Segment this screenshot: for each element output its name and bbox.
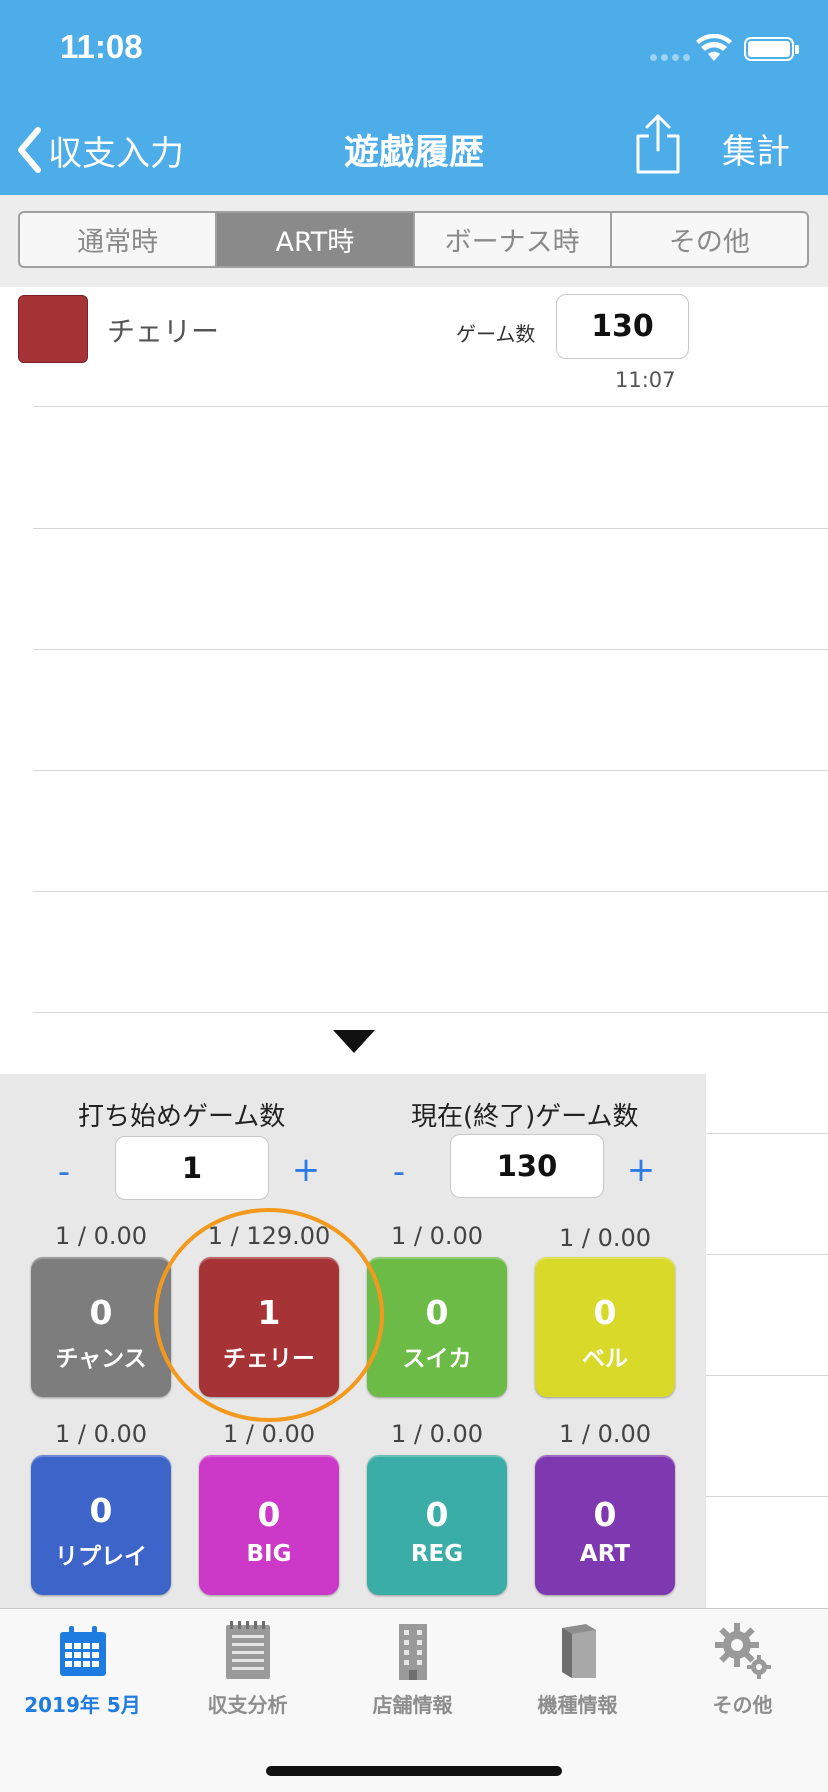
counter-button-reg[interactable]: 0 REG xyxy=(367,1455,507,1595)
tab-label: 2019年 5月 xyxy=(24,1693,141,1717)
counter-ratio-replay: 1 / 0.00 xyxy=(54,1420,148,1448)
wifi-icon xyxy=(696,34,732,61)
counter-label: リプレイ xyxy=(55,1544,147,1571)
segmented-control: 通常時 ART時 ボーナス時 その他 xyxy=(18,211,809,268)
tab-label: 機種情報 xyxy=(537,1693,618,1717)
tab-store[interactable]: 店舗情報 xyxy=(330,1609,495,1719)
navigation-bar: 11:08 収支入力 遊戯履歴 集計 xyxy=(0,0,828,195)
segment-bonus[interactable]: ボーナス時 xyxy=(415,213,612,266)
history-row-time: 11:07 xyxy=(615,368,676,392)
counter-count: 0 xyxy=(89,1292,113,1332)
tab-label: その他 xyxy=(712,1693,773,1717)
counter-panel: 打ち始めゲーム数 現在(終了)ゲーム数 - 1 + - 130 + 1 / 0.… xyxy=(0,1074,706,1608)
list-separator xyxy=(33,891,828,892)
tab-analysis[interactable]: 収支分析 xyxy=(165,1609,330,1719)
segment-art[interactable]: ART時 xyxy=(217,213,415,266)
notepad-icon xyxy=(225,1621,270,1679)
counter-label: BIG xyxy=(246,1541,292,1568)
page-title: 遊戯履歴 xyxy=(343,133,484,173)
counter-ratio-reg: 1 / 0.00 xyxy=(390,1420,484,1448)
collapse-panel-icon[interactable] xyxy=(333,1030,375,1053)
counter-button-bell[interactable]: 0 ベル xyxy=(535,1257,675,1397)
start-game-field[interactable]: 1 xyxy=(115,1136,269,1200)
tab-label: 収支分析 xyxy=(207,1693,288,1717)
counter-ratio-big: 1 / 0.00 xyxy=(222,1420,316,1448)
counter-ratio-bell: 1 / 0.00 xyxy=(558,1224,652,1252)
counter-count: 0 xyxy=(425,1292,449,1332)
counter-count: 0 xyxy=(593,1292,617,1332)
counter-button-big[interactable]: 0 BIG xyxy=(199,1455,339,1595)
share-icon[interactable] xyxy=(634,112,682,176)
counter-count: 0 xyxy=(425,1494,449,1534)
counter-label: チェリー xyxy=(223,1346,315,1373)
counter-count: 1 xyxy=(257,1292,281,1332)
list-separator xyxy=(33,1012,828,1013)
counter-label: スイカ xyxy=(402,1346,472,1373)
book-icon xyxy=(561,1624,596,1678)
history-row-label: チェリー xyxy=(107,315,220,348)
status-time: 11:08 xyxy=(60,28,143,65)
list-separator xyxy=(33,649,828,650)
cellular-signal-icon xyxy=(650,54,690,61)
counter-label: REG xyxy=(410,1541,464,1568)
counter-ratio-cherry: 1 / 129.00 xyxy=(207,1222,331,1250)
home-indicator[interactable] xyxy=(266,1766,562,1776)
tab-bar: 2019年 5月 収支分析 店舗情報 機種情報 その他 xyxy=(0,1608,828,1792)
building-icon xyxy=(398,1624,427,1680)
counter-count: 0 xyxy=(257,1494,281,1534)
counter-button-cherry[interactable]: 1 チェリー xyxy=(199,1257,339,1397)
counter-button-chance[interactable]: 0 チャンス xyxy=(31,1257,171,1397)
app-screen: 11:08 収支入力 遊戯履歴 集計 通常時 ART時 ボーナス時 その他 チェ… xyxy=(0,0,828,1792)
counter-ratio-watermelon: 1 / 0.00 xyxy=(390,1222,484,1250)
counter-button-art[interactable]: 0 ART xyxy=(535,1455,675,1595)
counter-label: ベル xyxy=(582,1346,628,1373)
current-minus-button[interactable]: - xyxy=(379,1152,419,1192)
counter-button-watermelon[interactable]: 0 スイカ xyxy=(367,1257,507,1397)
counter-button-replay[interactable]: 0 リプレイ xyxy=(31,1455,171,1595)
tab-calendar[interactable]: 2019年 5月 xyxy=(0,1609,165,1719)
current-plus-button[interactable]: + xyxy=(621,1150,661,1190)
tab-other[interactable]: その他 xyxy=(660,1609,825,1719)
counter-count: 0 xyxy=(593,1494,617,1534)
list-separator xyxy=(33,770,828,771)
current-game-label: 現在(終了)ゲーム数 xyxy=(411,1102,639,1132)
tab-machine[interactable]: 機種情報 xyxy=(495,1609,660,1719)
counter-label: チャンス xyxy=(55,1346,147,1373)
start-minus-button[interactable]: - xyxy=(44,1152,84,1192)
counter-label: ART xyxy=(579,1541,631,1568)
segment-bar: 通常時 ART時 ボーナス時 その他 xyxy=(0,195,828,287)
tally-button[interactable]: 集計 xyxy=(722,124,790,173)
history-row-color-swatch xyxy=(18,295,88,363)
list-separator xyxy=(33,406,828,407)
history-row-game-value[interactable]: 130 xyxy=(556,294,689,359)
tab-label: 店舗情報 xyxy=(372,1693,453,1717)
segment-other[interactable]: その他 xyxy=(612,213,807,266)
list-separator xyxy=(33,528,828,529)
start-game-label: 打ち始めゲーム数 xyxy=(78,1102,286,1132)
segment-normal[interactable]: 通常時 xyxy=(20,213,218,266)
battery-icon xyxy=(744,37,799,61)
counter-count: 0 xyxy=(89,1490,113,1530)
history-row-game-label: ゲーム数 xyxy=(456,322,536,346)
current-game-field[interactable]: 130 xyxy=(450,1134,604,1198)
counter-ratio-art: 1 / 0.00 xyxy=(558,1420,652,1448)
gear-icon xyxy=(714,1623,771,1679)
counter-ratio-chance: 1 / 0.00 xyxy=(54,1222,148,1250)
calendar-icon xyxy=(59,1626,106,1676)
start-plus-button[interactable]: + xyxy=(286,1150,326,1190)
